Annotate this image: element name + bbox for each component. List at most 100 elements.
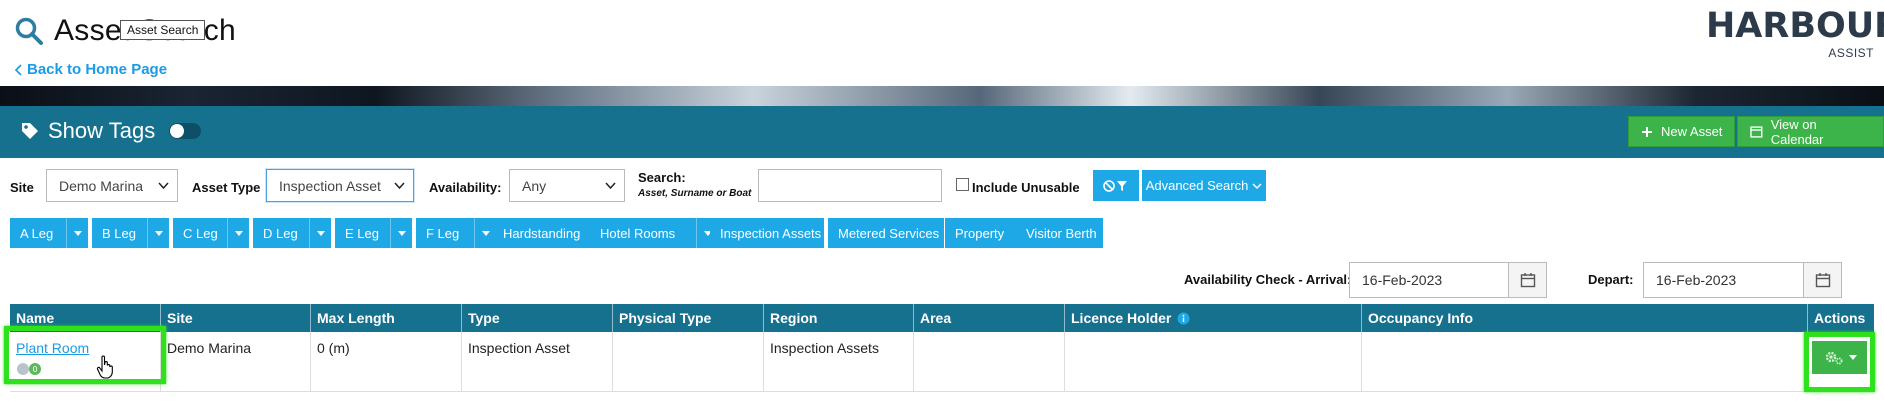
row-actions-button[interactable] [1812, 341, 1867, 374]
cell-site: Demo Marina [161, 332, 311, 392]
page-header: Asset Search Asset Search Back to Home P… [0, 0, 1884, 86]
chip-label: Property [955, 225, 1005, 241]
caret-down-icon[interactable] [66, 218, 88, 248]
search-input[interactable] [758, 169, 942, 202]
hand-cursor-icon [96, 355, 113, 379]
show-tags-toggle[interactable] [169, 123, 202, 139]
caret-down-icon[interactable] [390, 218, 412, 248]
include-unusable-checkbox[interactable] [956, 178, 969, 191]
arrival-date-value: 16-Feb-2023 [1362, 272, 1443, 288]
view-calendar-label: View on Calendar [1770, 116, 1824, 147]
licence-holder-header-label: Licence Holder [1071, 310, 1172, 326]
new-asset-label: New Asset [1661, 124, 1723, 139]
search-hint: Asset, Surname or Boat [638, 188, 752, 199]
asset-type-select[interactable]: Inspection Asset [266, 169, 414, 202]
chip-metered-services[interactable]: Metered Services [828, 218, 944, 248]
column-header-physical-type[interactable]: Physical Type [613, 304, 764, 332]
search-label: Search: [638, 170, 686, 185]
column-header-type[interactable]: Type [462, 304, 613, 332]
caret-down-icon[interactable] [227, 218, 249, 248]
chip-label: E Leg [345, 225, 379, 241]
chip-e-leg[interactable]: E Leg [335, 218, 412, 248]
column-header-site[interactable]: Site [161, 304, 311, 332]
depart-label: Depart: [1588, 272, 1634, 287]
chip-label: Metered Services [838, 225, 940, 241]
column-header-max-length[interactable]: Max Length [311, 304, 462, 332]
column-header-region[interactable]: Region [764, 304, 914, 332]
chip-label: Inspection Assets [720, 225, 822, 241]
advanced-search-label: Advanced Search [1145, 178, 1249, 193]
chip-label: D Leg [263, 225, 298, 241]
chip-label: Hotel Rooms [600, 225, 676, 241]
column-header-actions: Actions [1814, 310, 1866, 326]
availability-select[interactable]: Any [509, 169, 625, 202]
banner-image [0, 86, 1884, 106]
site-label: Site [10, 180, 34, 195]
chip-c-leg[interactable]: C Leg [173, 218, 249, 248]
arrival-date-input[interactable]: 16-Feb-2023 [1349, 262, 1547, 298]
chip-hotel-rooms[interactable]: Hotel Rooms [590, 218, 718, 248]
cell-physical-type [613, 332, 764, 392]
gears-icon [1825, 351, 1842, 364]
chip-property[interactable]: Property [945, 218, 1017, 248]
back-to-home-link[interactable]: Back to Home Page [14, 61, 167, 78]
chevron-down-icon [158, 182, 169, 190]
chip-d-leg[interactable]: D Leg [253, 218, 331, 248]
chevron-down-icon [394, 182, 405, 190]
plus-icon [1642, 126, 1652, 137]
availability-select-value: Any [522, 177, 547, 194]
arrival-label: Availability Check - Arrival: [1184, 272, 1352, 287]
new-asset-button[interactable]: New Asset [1628, 116, 1736, 147]
chip-hardstanding[interactable]: Hardstanding [493, 218, 590, 248]
search-icon [15, 17, 43, 45]
asset-type-select-value: Inspection Asset [279, 177, 381, 194]
name-cell-highlight [4, 326, 166, 384]
asset-type-label: Asset Type [192, 180, 261, 195]
availability-label: Availability: [429, 180, 502, 195]
back-link-label: Back to Home Page [27, 61, 168, 78]
caret-down-icon [1848, 355, 1857, 360]
calendar-icon [1750, 126, 1763, 138]
chip-label: Visitor Berth [1026, 225, 1097, 241]
show-tags-label: Show Tags [48, 118, 156, 143]
chip-label: A Leg [20, 225, 54, 241]
filter-bar: Site Demo Marina Asset Type Inspection A… [0, 168, 1884, 208]
clear-filter-button[interactable] [1093, 170, 1139, 201]
logo-main-text: HARBOUR [1706, 6, 1884, 46]
chip-inspection-assets[interactable]: Inspection Assets [710, 218, 824, 248]
advanced-search-button[interactable]: Advanced Search [1142, 170, 1266, 201]
chip-f-leg[interactable]: F Leg [416, 218, 496, 248]
calendar-icon[interactable] [1803, 263, 1841, 297]
column-header-occupancy-info[interactable]: Occupancy Info [1362, 304, 1808, 332]
show-tags-control: Show Tags [20, 118, 202, 144]
table-row: Plant Room 0 Demo Marina 0 (m) Inspectio… [10, 332, 1874, 392]
info-icon[interactable] [1177, 312, 1190, 325]
table-header: Name Site Max Length Type Physical Type … [10, 304, 1874, 332]
toolbar-band [0, 106, 1884, 158]
caret-down-icon[interactable] [147, 218, 169, 248]
caret-down-icon[interactable] [309, 218, 331, 248]
chip-visitor-berth[interactable]: Visitor Berth [1016, 218, 1103, 248]
chip-label: C Leg [183, 225, 218, 241]
logo-sub-text: ASSIST [1828, 46, 1874, 60]
cell-occupancy-info [1362, 332, 1808, 392]
chevron-down-icon [1252, 183, 1262, 189]
include-unusable-label: Include Unusable [972, 180, 1080, 195]
cell-type: Inspection Asset [462, 332, 613, 392]
cell-area [914, 332, 1065, 392]
chip-label: B Leg [102, 225, 136, 241]
column-header-area[interactable]: Area [914, 304, 1065, 332]
column-header-licence-holder[interactable]: Licence Holder [1065, 304, 1362, 332]
calendar-icon[interactable] [1508, 263, 1546, 297]
site-select-value: Demo Marina [59, 177, 144, 194]
chip-a-leg[interactable]: A Leg [10, 218, 88, 248]
chip-b-leg[interactable]: B Leg [92, 218, 169, 248]
site-select[interactable]: Demo Marina [46, 169, 178, 202]
chevron-down-icon [605, 182, 616, 190]
depart-date-input[interactable]: 16-Feb-2023 [1643, 262, 1842, 298]
chip-label: Hardstanding [503, 225, 581, 241]
view-on-calendar-button[interactable]: View on Calendar [1737, 116, 1884, 147]
cell-region: Inspection Assets [764, 332, 914, 392]
depart-date-value: 16-Feb-2023 [1656, 272, 1737, 288]
cell-licence-holder [1065, 332, 1362, 392]
